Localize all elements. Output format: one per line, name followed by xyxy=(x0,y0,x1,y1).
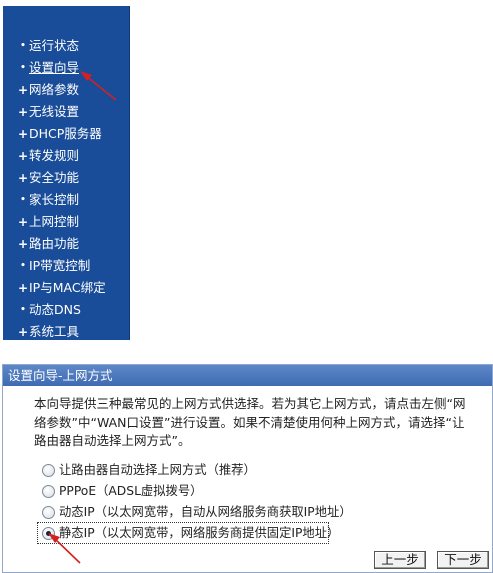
menu-item-setup-wizard[interactable]: • 设置向导 xyxy=(3,57,129,79)
menu-item-dhcp[interactable]: + DHCP服务器 xyxy=(3,123,129,145)
bullet-icon: • xyxy=(20,41,26,51)
bullet-icon: • xyxy=(20,195,26,205)
menu-item-parental-control[interactable]: • 家长控制 xyxy=(3,189,129,211)
option-static-ip[interactable]: 静态IP（以太网宽带，网络服务商提供固定IP地址） xyxy=(37,522,339,544)
expand-icon: + xyxy=(18,215,29,229)
prev-step-button[interactable]: 上一步 xyxy=(374,551,426,569)
option-auto-detect[interactable]: 让路由器自动选择上网方式（推荐） xyxy=(39,460,479,480)
menu-item-label: 上网控制 xyxy=(29,214,80,229)
wizard-panel: 设置向导-上网方式 本向导提供三种最常见的上网方式供选择。若为其它上网方式，请点… xyxy=(2,364,493,573)
expand-icon: + xyxy=(18,171,29,185)
bullet-icon: • xyxy=(20,261,26,271)
option-label: 动态IP（以太网宽带，自动从网络服务商获取IP地址） xyxy=(59,505,352,519)
menu-item-label: DHCP服务器 xyxy=(29,126,102,141)
menu-item-ip-mac-binding[interactable]: + IP与MAC绑定 xyxy=(3,277,129,299)
menu-item-security[interactable]: + 安全功能 xyxy=(3,167,129,189)
expand-icon: + xyxy=(18,325,29,339)
menu-item-wireless[interactable]: + 无线设置 xyxy=(3,101,129,123)
radio-button[interactable] xyxy=(42,506,55,519)
menu-list: • 运行状态 • 设置向导 + 网络参数 + 无线设置 + DHCP服务器 + 转发规则 +… xyxy=(3,35,129,343)
radio-button[interactable] xyxy=(42,464,55,477)
expand-icon: + xyxy=(18,127,29,141)
menu-item-ddns[interactable]: • 动态DNS xyxy=(3,299,129,321)
option-label: 静态IP（以太网宽带，网络服务商提供固定IP地址） xyxy=(59,526,340,540)
menu-item-label: 设置向导 xyxy=(29,60,80,75)
menu-item-label: 路由功能 xyxy=(29,236,80,251)
expand-icon: + xyxy=(18,237,29,251)
expand-icon: + xyxy=(18,149,29,163)
expand-icon: + xyxy=(18,105,29,119)
wizard-title-bar: 设置向导-上网方式 xyxy=(3,365,492,386)
menu-item-label: IP带宽控制 xyxy=(29,258,91,273)
expand-icon: + xyxy=(18,83,29,97)
option-pppoe[interactable]: PPPoE（ADSL虚拟拨号） xyxy=(39,481,479,501)
menu-item-network-params[interactable]: + 网络参数 xyxy=(3,79,129,101)
menu-item-label: 运行状态 xyxy=(29,38,80,53)
next-step-button[interactable]: 下一步 xyxy=(437,551,489,569)
wizard-description: 本向导提供三种最常见的上网方式供选择。若为其它上网方式，请点击左侧“网络参数”中… xyxy=(34,396,466,448)
option-dynamic-ip[interactable]: 动态IP（以太网宽带，自动从网络服务商获取IP地址） xyxy=(39,502,479,522)
menu-item-forwarding[interactable]: + 转发规则 xyxy=(3,145,129,167)
menu-item-label: 转发规则 xyxy=(29,148,80,163)
menu-item-ip-bandwidth[interactable]: • IP带宽控制 xyxy=(3,255,129,277)
menu-item-label: 安全功能 xyxy=(29,170,80,185)
expand-icon: + xyxy=(18,281,29,295)
menu-item-running-status[interactable]: • 运行状态 xyxy=(3,35,129,57)
menu-item-label: 家长控制 xyxy=(29,192,80,207)
menu-item-routing[interactable]: + 路由功能 xyxy=(3,233,129,255)
bullet-icon: • xyxy=(20,63,26,73)
radio-button-checked[interactable] xyxy=(42,527,55,540)
menu-item-label: 动态DNS xyxy=(29,302,81,317)
option-label: 让路由器自动选择上网方式（推荐） xyxy=(59,463,256,477)
menu-item-label: 无线设置 xyxy=(29,104,80,119)
wizard-title: 设置向导-上网方式 xyxy=(8,368,113,383)
menu-item-system-tools[interactable]: + 系统工具 xyxy=(3,321,129,343)
option-label: PPPoE（ADSL虚拟拨号） xyxy=(59,484,203,498)
menu-item-label: 系统工具 xyxy=(29,324,80,339)
menu-item-label: IP与MAC绑定 xyxy=(29,280,106,295)
menu-item-access-control[interactable]: + 上网控制 xyxy=(3,211,129,233)
menu-item-label: 网络参数 xyxy=(29,82,80,97)
radio-button[interactable] xyxy=(42,485,55,498)
bullet-icon: • xyxy=(20,305,26,315)
side-menu: • 运行状态 • 设置向导 + 网络参数 + 无线设置 + DHCP服务器 + 转发规则 +… xyxy=(3,6,130,340)
